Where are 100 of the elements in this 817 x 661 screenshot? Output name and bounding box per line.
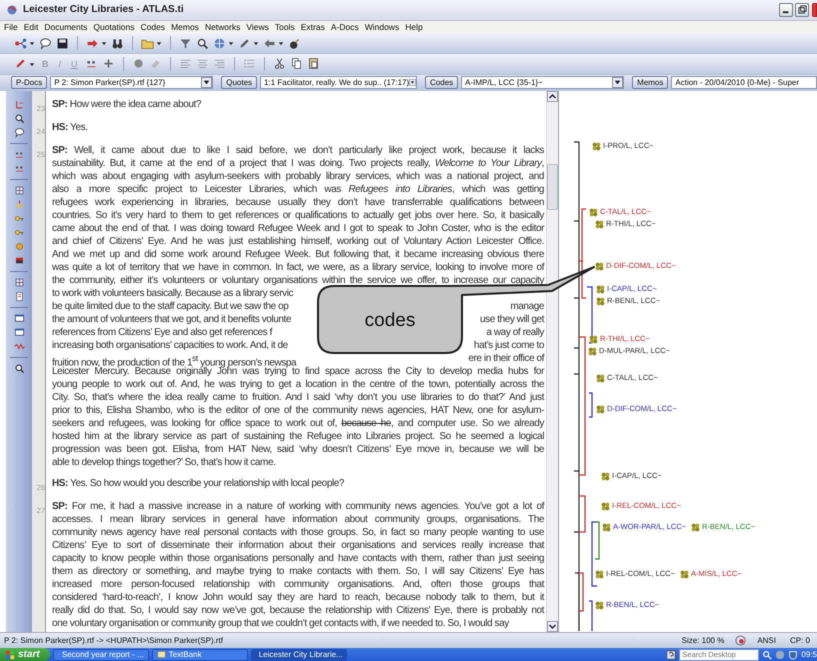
speech-bubble-icon[interactable]: [14, 127, 24, 138]
search-icon[interactable]: [196, 36, 209, 50]
menu-item[interactable]: Tools: [274, 22, 295, 32]
minimize-button[interactable]: [779, 2, 793, 17]
menu-item[interactable]: Extras: [300, 22, 325, 32]
caret-icon[interactable]: [29, 60, 35, 67]
window-icon[interactable]: [14, 313, 24, 324]
restore-button[interactable]: [795, 2, 809, 17]
network-icon[interactable]: [14, 36, 27, 50]
circle-icon[interactable]: [132, 57, 145, 70]
globe-icon[interactable]: [735, 635, 746, 646]
code-bracket: [589, 392, 593, 418]
transcript-line: considered ‘hard-to-reach’, I know John would say they are hard to reach, because nobody talk to them, but it: [52, 591, 544, 604]
bomb-icon[interactable]: [288, 36, 301, 50]
transcript-line: SP: For me, it had a massive increase in a nature of working with community news agencies. You’ve got a lot of: [52, 500, 544, 514]
selector-button[interactable]: Memos: [632, 76, 668, 90]
transcript-line: HS: Yes. So how would you describe your relationship with local people?: [52, 477, 346, 490]
filter-icon[interactable]: [179, 36, 192, 50]
transcript-line: HS: Yes.: [52, 121, 89, 134]
speech-bubble-icon[interactable]: [39, 36, 52, 50]
menu-item[interactable]: Windows: [364, 22, 400, 32]
transcript-line: one voluntary organisation or community group that we couldn’t get contacts with, if we needed to. So, I would say: [52, 617, 510, 630]
grid-icon[interactable]: [14, 277, 24, 288]
cluster-icon: [601, 502, 610, 511]
menu-item[interactable]: Documents: [44, 22, 88, 32]
paste-icon[interactable]: [306, 57, 320, 70]
menu-item[interactable]: Codes: [140, 22, 166, 32]
window-icon[interactable]: [14, 327, 24, 338]
transcript-line: also a more specific project to Leicester Libraries, which was Refugees into Libraries, which was getting: [52, 183, 544, 196]
cluster-icon: [596, 284, 605, 294]
grid-icon[interactable]: [14, 185, 24, 196]
transcript-line: a way of really: [486, 326, 544, 340]
transcript-line: refugees work experiencing in libraries, because usually they don’t have transferrable qualifications between: [52, 196, 544, 210]
taskbar-button[interactable]: TextBank: [152, 648, 248, 661]
caret-icon[interactable]: [156, 40, 162, 46]
transcript-line: was quite a lot of territory that we have in common. In fact, we were, as a library service, looking to involve more of: [52, 261, 544, 274]
cluster-icon: [596, 404, 605, 414]
transcript-line: references from Citizens’ Eye and also get references f: [52, 326, 272, 340]
transcript-line: And we met up and did some work around Refugee Week. But following that, it became increasing obvious there: [52, 248, 544, 262]
menu-item[interactable]: A-Docs: [330, 22, 359, 32]
caret-icon[interactable]: [29, 40, 35, 46]
transcript-line: countries. So it’s very hard to them to get references or qualifications to actually get jobs over here. So, it basically: [52, 209, 544, 222]
cluster-icon: [595, 570, 604, 579]
search-icon[interactable]: [762, 650, 772, 660]
transcript-line: ere in their office of: [468, 352, 544, 366]
caret-icon[interactable]: [278, 40, 284, 46]
transcript-line: progression was been got. Elisha, from HAT New, said ‘why doesn’t Citizens’ Eye move in, because we will be: [52, 443, 544, 456]
transcript-line: be quite limited due to the staff capacity. But we saw the op: [52, 300, 288, 314]
dropdown-field[interactable]: A-IMP/L, LCC {35-1}~: [461, 76, 624, 90]
transcript-line: which was about engaging with asylum-seekers with probably library services, which was a national project, and: [52, 170, 544, 184]
transcript-line: increased more person-focused relationship with community organisations. And, often those groups that: [52, 578, 544, 592]
caret-icon[interactable]: [253, 40, 259, 46]
caret-icon[interactable]: [228, 40, 234, 46]
restore-icon: [798, 5, 806, 14]
status-path: P 2: Simon Parker(SP).rtf -> <HUPATH>\Simon Parker(SP).rtf: [4, 636, 223, 646]
taskbar-button[interactable]: Second year report - ...: [52, 648, 149, 661]
transcript-line: hat’s just come to: [474, 339, 544, 352]
save-icon[interactable]: [56, 36, 69, 50]
menu-item[interactable]: File: [4, 22, 18, 32]
cluster-icon: [588, 346, 597, 356]
scissors-icon[interactable]: [272, 57, 286, 70]
code-bracket: [589, 600, 593, 632]
pen-icon[interactable]: [238, 36, 251, 50]
scrollbar-thumb[interactable]: [547, 164, 558, 210]
menu-item[interactable]: Memos: [171, 22, 199, 32]
selector-button[interactable]: Codes: [425, 76, 458, 90]
pen-icon[interactable]: [14, 57, 27, 70]
selector-button[interactable]: Quotes: [221, 76, 258, 90]
taskbar-button[interactable]: Leicester City Librarie...: [250, 648, 347, 661]
scroll-up-button[interactable]: [547, 91, 558, 102]
menu-item[interactable]: Networks: [204, 22, 240, 32]
menu-item[interactable]: Edit: [24, 22, 38, 32]
callout-text: codes: [364, 309, 416, 334]
dropdown-field[interactable]: Action - 20/04/2010 {0-Me} - Super: [671, 76, 817, 90]
caret-icon[interactable]: [101, 40, 107, 46]
selector-button[interactable]: P-Docs: [11, 76, 48, 90]
cluster-icon: [589, 334, 598, 344]
binoculars-icon[interactable]: [111, 36, 124, 50]
zoom-size: Size: 100 %: [680, 636, 726, 646]
help-icon[interactable]: [666, 650, 676, 660]
transcript-line: prior to this, Elisha Shambo, who is the editor of one of the community news agencies, HAT New, one for asylum-: [52, 404, 544, 418]
dropdown-field[interactable]: 1:1 Facilitator, really. We do sup.. (17:17): [260, 76, 418, 90]
scroll-down-button[interactable]: [547, 621, 558, 632]
dropdown-field[interactable]: P 2: Simon Parker(SP).rtf {127}: [50, 76, 214, 90]
close-button[interactable]: [812, 2, 817, 17]
menu-item[interactable]: Views: [246, 22, 269, 32]
document-icon[interactable]: [14, 291, 24, 302]
copy-icon[interactable]: [290, 57, 303, 70]
transcript-line: SP: How were the idea came about?: [52, 98, 202, 112]
flag-icon[interactable]: [14, 255, 24, 266]
transcript-line: fruition now, the production of the 1$^{st}$ young person’s newspa: [52, 352, 296, 366]
menu-item[interactable]: Quotations: [93, 22, 134, 32]
app-icon: [6, 4, 18, 16]
menu-item[interactable]: Help: [405, 22, 423, 32]
plus-icon[interactable]: [102, 57, 115, 70]
transcript-line: them as directory or something, and maybe trying to make contacts with them. So, I will say Citizens’ Eye has: [52, 565, 544, 578]
scrollbar[interactable]: [546, 91, 558, 632]
search-icon[interactable]: [14, 363, 24, 374]
search-icon[interactable]: [14, 113, 24, 124]
shield-icon[interactable]: [788, 650, 798, 660]
